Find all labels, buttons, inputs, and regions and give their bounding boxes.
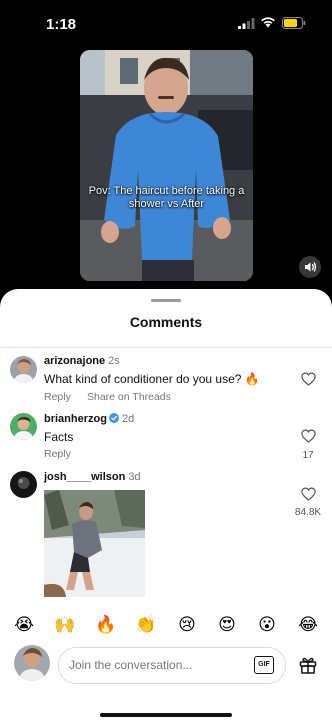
comment-username-text[interactable]: josh____wilson: [44, 471, 125, 483]
heart-icon[interactable]: [301, 372, 316, 386]
verified-badge-icon: [108, 413, 119, 423]
comment-composer: GIF: [58, 647, 286, 684]
sheet-divider: [0, 347, 332, 348]
emoji-reaction-bar: 😭 🙌 🔥 👏 😢 😍 😮 😂: [0, 615, 332, 645]
comment-time: 2d: [121, 413, 135, 425]
comment-username[interactable]: brianherzog 2d: [44, 413, 134, 425]
heart-icon[interactable]: [301, 429, 316, 443]
avatar-image: [10, 356, 37, 383]
sheet-drag-handle[interactable]: [151, 299, 181, 302]
comments-sheet: Comments arizonajone 2s What kind of cond…: [0, 289, 332, 720]
avatar-image: [10, 413, 37, 440]
comment-time: 2s: [108, 355, 120, 367]
comment-text: What kind of conditioner do you use? 🔥: [44, 372, 260, 386]
cellular-signal-icon: [238, 18, 255, 29]
reply-button[interactable]: Reply: [44, 391, 71, 403]
emoji-button[interactable]: 👏: [134, 615, 158, 635]
status-bar: 1:18: [0, 0, 332, 44]
current-user-avatar[interactable]: [14, 645, 50, 681]
comments-title: Comments: [129, 314, 203, 330]
comment-time: 3d: [128, 471, 141, 483]
heart-icon[interactable]: [301, 487, 316, 501]
gift-icon[interactable]: [298, 655, 318, 675]
comment-username[interactable]: arizonajone 2s: [44, 355, 120, 367]
like-count: 84.8K: [294, 507, 322, 518]
speaker-icon: [305, 262, 317, 272]
comment-username-text[interactable]: arizonajone: [44, 355, 105, 367]
emoji-button[interactable]: 😍: [215, 615, 239, 635]
video-preview[interactable]: Pov: The haircut before taking a shower …: [80, 50, 253, 281]
avatar-arizonajone[interactable]: [10, 356, 37, 383]
emoji-button[interactable]: 😮: [255, 615, 279, 635]
emoji-button[interactable]: 🔥: [94, 615, 118, 635]
like-count: 17: [302, 450, 314, 461]
share-on-threads-button[interactable]: Share on Threads: [87, 391, 171, 403]
avatar-josh-wilson[interactable]: [10, 471, 37, 498]
comment-username-text[interactable]: brianherzog: [44, 413, 107, 425]
emoji-button[interactable]: 😂: [296, 615, 320, 635]
reply-button[interactable]: Reply: [44, 448, 71, 460]
avatar-brianherzog[interactable]: [10, 413, 37, 440]
comment-text: Facts: [44, 430, 74, 444]
video-caption: Pov: The haircut before taking a shower …: [88, 185, 245, 210]
wifi-icon: [261, 17, 275, 28]
avatar-image: [10, 471, 37, 498]
reply-video-thumbnail: [44, 490, 145, 597]
comment-input[interactable]: [69, 657, 239, 673]
battery-icon: [282, 17, 306, 29]
comment-video-reply[interactable]: [44, 490, 145, 597]
emoji-button[interactable]: 🙌: [53, 615, 77, 635]
status-time: 1:18: [46, 16, 77, 33]
emoji-button[interactable]: 😢: [175, 615, 199, 635]
gif-button[interactable]: GIF: [254, 656, 274, 674]
sound-toggle-button[interactable]: [299, 256, 321, 278]
home-indicator: [100, 713, 232, 717]
video-frame-illustration: [80, 50, 253, 281]
emoji-button[interactable]: 😭: [12, 615, 36, 635]
comment-username[interactable]: josh____wilson 3d: [44, 471, 141, 483]
avatar-image: [14, 645, 50, 681]
